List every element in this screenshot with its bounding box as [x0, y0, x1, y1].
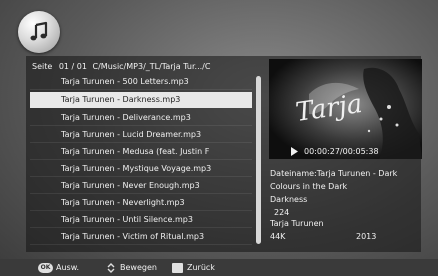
list-item[interactable]: Tarja Turunen - Never Enough.mp3 [30, 178, 252, 194]
playlist: Tarja Turunen - 500 Letters.mp3 Tarja Tu… [30, 74, 254, 246]
scrollbar[interactable] [256, 76, 261, 244]
move-label: Bewegen [120, 263, 157, 272]
footer-move[interactable]: Bewegen [106, 259, 157, 276]
arrows-updown-icon [107, 262, 115, 273]
album-cover: Tarja [269, 59, 422, 159]
list-item[interactable]: Tarja Turunen - 500 Letters.mp3 [30, 74, 252, 90]
ok-label: Ausw. [56, 263, 80, 272]
music-note-icon [30, 21, 48, 41]
list-item[interactable]: Tarja Turunen - Victim of Ritual.mp3 [30, 229, 252, 245]
info-filename: Dateiname:Tarja Turunen - Dark [270, 169, 398, 178]
music-button[interactable] [18, 11, 60, 53]
info-album: Colours in the Dark [270, 182, 348, 191]
info-bitrate: 44K [270, 232, 286, 241]
page-number: 01 / 01 [58, 62, 87, 71]
list-item-selected[interactable]: Tarja Turunen - Darkness.mp3 [30, 92, 252, 108]
list-item[interactable]: Tarja Turunen - Deliverance.mp3 [30, 110, 252, 126]
info-title: Darkness [270, 195, 308, 204]
path-row: Seite 01 / 01 C/Music/MP3/_TL/Tarja Tur.… [32, 60, 264, 74]
cover-art: Tarja [269, 59, 422, 159]
page-label: Seite [32, 62, 53, 71]
back-icon [172, 262, 183, 273]
folder-path: C/Music/MP3/_TL/Tarja Tur.../C [92, 62, 211, 71]
footer-bar: OK Ausw. Bewegen Zurück [0, 259, 438, 276]
list-item[interactable]: Tarja Turunen - Medusa (feat. Justin F [30, 144, 252, 160]
list-item[interactable]: Tarja Turunen - Mystique Voyage.mp3 [30, 161, 252, 177]
list-item[interactable]: Tarja Turunen - Lucid Dreamer.mp3 [30, 127, 252, 143]
footer-ok[interactable]: OK Ausw. [38, 259, 79, 276]
list-item[interactable]: Tarja Turunen - Neverlight.mp3 [30, 195, 252, 211]
playback-time: 00:00:27/00:05:38 [304, 147, 379, 156]
info-year: 2013 [356, 232, 377, 241]
scrollbar-thumb[interactable] [256, 76, 261, 244]
ok-button-icon: OK [38, 262, 53, 273]
footer-back[interactable]: Zurück [172, 259, 215, 276]
playback-bar: 00:00:27/00:05:38 [287, 145, 421, 159]
info-artist: Tarja Turunen [270, 219, 324, 228]
play-icon[interactable] [290, 147, 299, 156]
back-label: Zurück [187, 263, 215, 272]
list-item[interactable]: Tarja Turunen - Until Silence.mp3 [30, 212, 252, 228]
